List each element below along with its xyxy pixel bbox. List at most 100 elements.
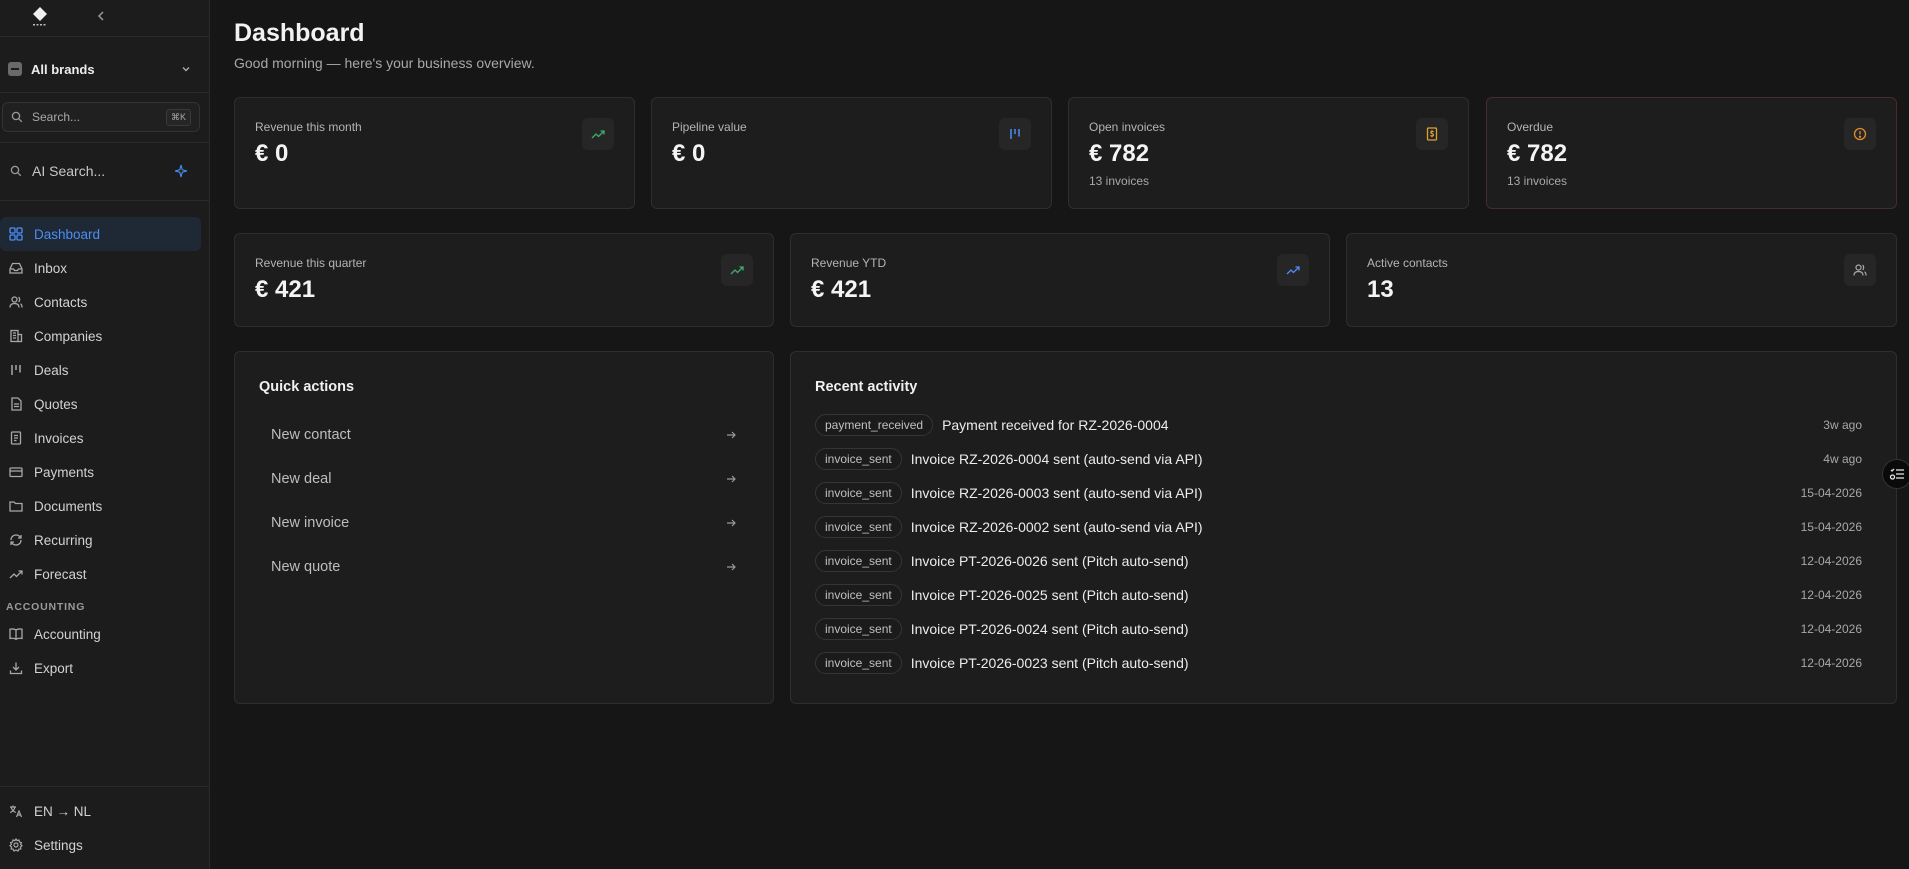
stat-icon-box bbox=[1277, 254, 1309, 286]
activity-row[interactable]: invoice_sent Invoice PT-2026-0026 sent (… bbox=[815, 544, 1862, 578]
brand-box-icon bbox=[8, 62, 22, 76]
book-icon bbox=[9, 628, 23, 641]
activity-time: 4w ago bbox=[1823, 452, 1862, 466]
stat-card-open-invoices[interactable]: Open invoices € 782 13 invoices bbox=[1068, 97, 1469, 209]
activity-list: payment_received Payment received for RZ… bbox=[815, 408, 1862, 680]
stat-icon-box bbox=[1844, 254, 1876, 286]
quick-actions-title: Quick actions bbox=[259, 379, 355, 395]
recent-activity-title: Recent activity bbox=[815, 379, 918, 395]
ai-search-placeholder: AI Search... bbox=[32, 163, 106, 179]
sidebar-item-payments[interactable]: Payments bbox=[0, 455, 201, 489]
sidebar-item-dashboard[interactable]: Dashboard bbox=[0, 217, 201, 251]
sidebar-item-companies[interactable]: Companies bbox=[0, 319, 201, 353]
activity-type-badge: invoice_sent bbox=[815, 482, 902, 504]
quick-action-new-quote[interactable]: New quote bbox=[259, 545, 749, 589]
stat-card-revenue-quarter[interactable]: Revenue this quarter € 421 bbox=[234, 233, 774, 327]
sidebar-item-documents[interactable]: Documents bbox=[0, 489, 201, 523]
building-icon bbox=[10, 329, 23, 343]
activity-row[interactable]: invoice_sent Invoice RZ-2026-0002 sent (… bbox=[815, 510, 1862, 544]
recent-activity-panel: Recent activity payment_received Payment… bbox=[790, 351, 1897, 704]
quick-actions-panel: Quick actions New contact New deal New i… bbox=[234, 351, 774, 704]
stat-card-revenue-month[interactable]: Revenue this month € 0 bbox=[234, 97, 635, 209]
language-toggle[interactable]: EN → NL bbox=[0, 795, 201, 827]
sidebar-item-export[interactable]: Export bbox=[0, 651, 201, 685]
sparkles-icon[interactable] bbox=[174, 164, 188, 178]
activity-row[interactable]: payment_received Payment received for RZ… bbox=[815, 408, 1862, 442]
receipt-icon bbox=[1426, 127, 1438, 141]
sidebar-item-contacts[interactable]: Contacts bbox=[0, 285, 201, 319]
activity-row[interactable]: invoice_sent Invoice PT-2026-0024 sent (… bbox=[815, 612, 1862, 646]
sidebar-item-inbox[interactable]: Inbox bbox=[0, 251, 201, 285]
collapse-sidebar-icon[interactable] bbox=[94, 9, 108, 23]
floating-tasks-button[interactable] bbox=[1882, 459, 1909, 489]
activity-type-badge: invoice_sent bbox=[815, 618, 902, 640]
stat-card-revenue-ytd[interactable]: Revenue YTD € 421 bbox=[790, 233, 1330, 327]
sidebar-item-forecast[interactable]: Forecast bbox=[0, 557, 201, 591]
sidebar-item-recurring[interactable]: Recurring bbox=[0, 523, 201, 557]
quick-action-new-contact[interactable]: New contact bbox=[259, 413, 749, 457]
kanban-icon bbox=[11, 365, 21, 375]
activity-row[interactable]: invoice_sent Invoice PT-2026-0025 sent (… bbox=[815, 578, 1862, 612]
activity-text: Invoice PT-2026-0026 sent (Pitch auto-se… bbox=[910, 553, 1189, 569]
activity-text: Invoice PT-2026-0025 sent (Pitch auto-se… bbox=[910, 587, 1189, 603]
sidebar-footer: EN → NL Settings bbox=[0, 795, 210, 863]
quick-action-new-deal[interactable]: New deal bbox=[259, 457, 749, 501]
activity-type-badge: invoice_sent bbox=[815, 448, 902, 470]
search-input[interactable]: Search... ⌘K bbox=[2, 102, 200, 132]
search-icon bbox=[11, 111, 23, 123]
sidebar-item-label: Payments bbox=[34, 464, 95, 480]
arrow-right-icon bbox=[727, 519, 736, 527]
activity-time: 3w ago bbox=[1823, 418, 1862, 432]
stat-label: Revenue this month bbox=[255, 120, 362, 134]
activity-row[interactable]: invoice_sent Invoice PT-2026-0023 sent (… bbox=[815, 646, 1862, 680]
sidebar-item-label: Recurring bbox=[34, 532, 93, 548]
sidebar-item-deals[interactable]: Deals bbox=[0, 353, 201, 387]
sidebar-item-invoices[interactable]: Invoices bbox=[0, 421, 201, 455]
activity-text: Invoice RZ-2026-0003 sent (auto-send via… bbox=[910, 485, 1203, 501]
stat-icon-box bbox=[1844, 118, 1876, 150]
sidebar-item-label: Settings bbox=[34, 837, 83, 853]
stat-icon-box bbox=[999, 118, 1031, 150]
stat-value: € 0 bbox=[672, 140, 706, 167]
ai-search-input[interactable]: AI Search... bbox=[2, 156, 200, 186]
stat-sub: 13 invoices bbox=[1089, 174, 1150, 188]
sidebar-item-label: Inbox bbox=[34, 260, 68, 276]
activity-row[interactable]: invoice_sent Invoice RZ-2026-0003 sent (… bbox=[815, 476, 1862, 510]
stat-sub: 13 invoices bbox=[1507, 174, 1568, 188]
activity-time: 12-04-2026 bbox=[1800, 554, 1862, 568]
activity-type-badge: invoice_sent bbox=[815, 550, 902, 572]
activity-text: Invoice PT-2026-0024 sent (Pitch auto-se… bbox=[910, 621, 1189, 637]
stat-value: € 0 bbox=[255, 140, 289, 167]
stat-card-overdue[interactable]: Overdue € 782 13 invoices bbox=[1486, 97, 1897, 209]
stat-card-pipeline-value[interactable]: Pipeline value € 0 bbox=[651, 97, 1052, 209]
brand-logo-icon[interactable] bbox=[30, 6, 50, 30]
stat-icon-box bbox=[721, 254, 753, 286]
arrow-right-icon bbox=[727, 563, 736, 571]
divider bbox=[0, 786, 210, 787]
sidebar-item-label: Dashboard bbox=[34, 226, 101, 242]
quick-action-label: New invoice bbox=[271, 515, 350, 531]
sidebar-item-quotes[interactable]: Quotes bbox=[0, 387, 201, 421]
divider bbox=[0, 92, 210, 93]
activity-time: 15-04-2026 bbox=[1800, 520, 1862, 534]
users-icon bbox=[1853, 264, 1867, 276]
sidebar-item-label: Export bbox=[34, 660, 74, 676]
activity-time: 12-04-2026 bbox=[1800, 656, 1862, 670]
stat-label: Pipeline value bbox=[672, 120, 747, 134]
trending-up-icon bbox=[730, 266, 744, 275]
brand-selector[interactable]: All brands bbox=[0, 52, 210, 86]
stat-label: Active contacts bbox=[1367, 256, 1448, 270]
sidebar-header bbox=[0, 0, 209, 36]
stat-value: € 421 bbox=[811, 276, 872, 303]
activity-row[interactable]: invoice_sent Invoice RZ-2026-0004 sent (… bbox=[815, 442, 1862, 476]
sidebar-item-accounting[interactable]: Accounting bbox=[0, 617, 201, 651]
activity-type-badge: invoice_sent bbox=[815, 652, 902, 674]
language-label: EN → NL bbox=[34, 803, 92, 819]
sidebar-item-label: Documents bbox=[34, 498, 103, 514]
sidebar-item-settings[interactable]: Settings bbox=[0, 827, 201, 863]
quick-action-new-invoice[interactable]: New invoice bbox=[259, 501, 749, 545]
activity-time: 12-04-2026 bbox=[1800, 622, 1862, 636]
stat-card-active-contacts[interactable]: Active contacts 13 bbox=[1346, 233, 1897, 327]
sidebar-item-label: Companies bbox=[34, 328, 103, 344]
stat-label: Overdue bbox=[1507, 120, 1554, 134]
